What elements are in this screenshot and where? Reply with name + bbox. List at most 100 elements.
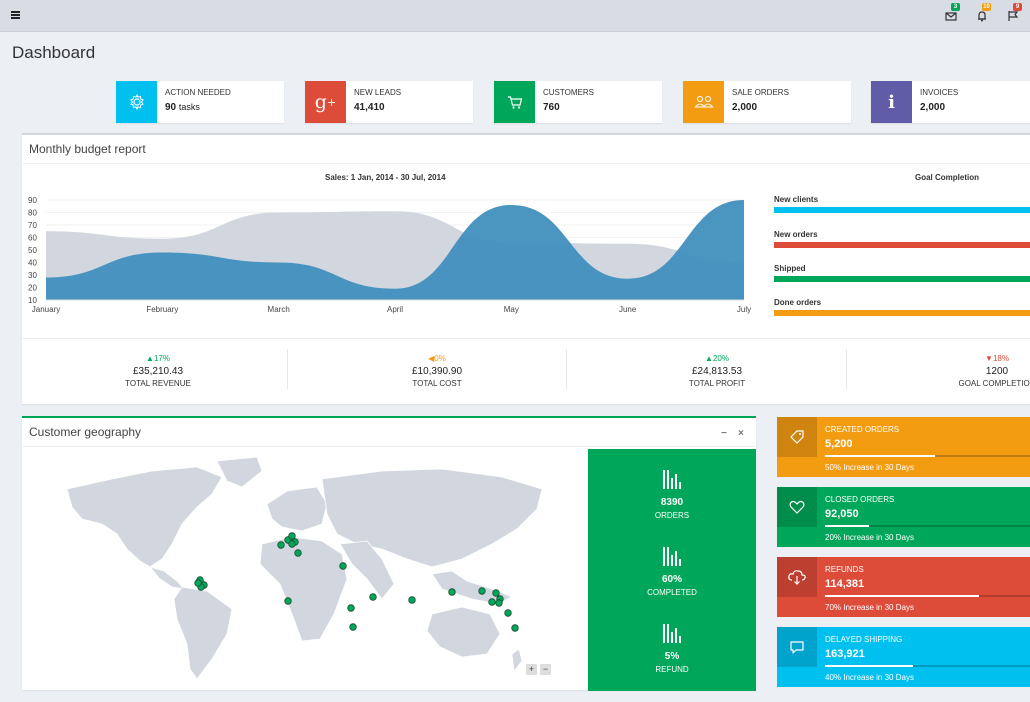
stat-value: £10,390.90 — [411, 366, 463, 377]
map-zoom-in-button[interactable]: + — [526, 664, 537, 675]
stat-box-delayed-shipping[interactable]: DELAYED SHIPPING 163,921 40% Increase in… — [777, 627, 1030, 687]
x-tick-label: March — [268, 305, 290, 314]
stat-percent: ▼18% — [985, 354, 1009, 363]
cloud-download-icon — [777, 557, 817, 597]
x-tick-label: February — [146, 305, 178, 314]
stat-label: TOTAL COST — [412, 379, 462, 388]
info-box-value: 2,000 — [920, 102, 946, 113]
bar-chart-icon — [663, 624, 681, 643]
progress-bar — [825, 665, 1030, 667]
stat-percent: ▲17% — [146, 354, 170, 363]
bell-icon — [978, 11, 986, 22]
panel-title: Monthly budget report — [29, 142, 146, 156]
y-tick-label: 50 — [28, 246, 37, 255]
tasks-badge: 9 — [1013, 3, 1022, 11]
x-tick-label: June — [619, 305, 637, 314]
info-box-label: SALE ORDERS — [732, 88, 789, 97]
info-box-action-needed[interactable]: ACTION NEEDED 90 tasks — [116, 81, 284, 123]
x-tick-label: January — [32, 305, 60, 314]
collapse-button[interactable]: − — [721, 428, 727, 439]
bar-chart-icon — [663, 547, 681, 566]
stat-percent: ◀0% — [428, 354, 446, 363]
caret-up-icon: ▲ — [146, 354, 154, 363]
goal-completion-title: Goal Completion — [915, 173, 979, 182]
info-box-value: 2,000 — [732, 102, 758, 113]
y-tick-label: 80 — [28, 209, 37, 218]
menu-toggle-icon[interactable] — [11, 11, 20, 19]
caret-up-icon: ▲ — [705, 354, 713, 363]
y-tick-label: 40 — [28, 259, 37, 268]
customer-geography-panel: Customer geography − × + − 8390 ORDERS 6… — [22, 416, 756, 691]
y-tick-label: 60 — [28, 234, 37, 243]
shopping-cart-icon — [494, 81, 535, 123]
y-tick-label: 70 — [28, 221, 37, 230]
stat-goal-completion: ▼18% 1200 GOAL COMPLETION — [897, 354, 1030, 388]
messages-badge: 3 — [951, 3, 960, 11]
page-title: Dashboard — [12, 43, 96, 62]
geography-stats: 8390 ORDERS 60% COMPLETED 5% REFUND — [588, 449, 756, 691]
stat-box-created-orders[interactable]: CREATED ORDERS 5,200 50% Increase in 30 … — [777, 417, 1030, 477]
stat-total-revenue: ▲17% £35,210.43 TOTAL REVENUE — [58, 354, 258, 388]
stat-value: £24,813.53 — [691, 366, 743, 377]
stat-label: TOTAL PROFIT — [688, 379, 746, 388]
goal-new-clients: New clients — [774, 195, 1030, 213]
info-box-value: 760 — [543, 102, 560, 113]
geo-refund: 5% REFUND — [588, 622, 756, 674]
tag-icon — [777, 417, 817, 457]
google-plus-icon: g + — [305, 81, 346, 123]
sales-area-chart: 90 80 70 60 50 40 30 20 10January February March Ap… — [28, 196, 751, 314]
tasks-button[interactable]: 9 — [1007, 3, 1022, 23]
stat-label: GOAL COMPLETION — [958, 379, 1030, 388]
info-box-label: CUSTOMERS — [543, 88, 594, 97]
y-tick-label: 30 — [28, 271, 37, 280]
info-box-new-leads[interactable]: g + NEW LEADS 41,410 — [305, 81, 473, 123]
goal-progress-bar — [774, 207, 1030, 213]
info-box-customers[interactable]: CUSTOMERS 760 — [494, 81, 662, 123]
x-tick-label: May — [504, 305, 519, 314]
info-box-value: 41,410 — [354, 102, 385, 113]
y-tick-label: 10 — [28, 296, 37, 305]
progress-bar — [825, 525, 1030, 527]
goal-progress-bar — [774, 242, 1030, 248]
world-map[interactable] — [22, 449, 588, 690]
info-box-value: 90 tasks — [165, 102, 200, 113]
stat-box-closed-orders[interactable]: CLOSED ORDERS 92,050 20% Increase in 30 … — [777, 487, 1030, 547]
goal-progress-bar — [774, 276, 1030, 282]
messages-button[interactable]: 3 — [945, 3, 960, 23]
x-tick-label: April — [387, 305, 403, 314]
info-box-sale-orders[interactable]: SALE ORDERS 2,000 — [683, 81, 851, 123]
envelope-icon — [945, 12, 957, 21]
top-navbar: 3 10 9 — [0, 0, 1030, 32]
notifications-button[interactable]: 10 — [976, 3, 991, 23]
goal-new-orders: New orders — [774, 230, 1030, 248]
y-tick-label: 20 — [28, 284, 37, 293]
goal-done-orders: Done orders — [774, 298, 1030, 316]
stat-total-profit: ▲20% £24,813.53 TOTAL PROFIT — [617, 354, 817, 388]
info-box-label: INVOICES — [920, 88, 959, 97]
goal-progress-bar — [774, 310, 1030, 316]
close-button[interactable]: × — [738, 428, 744, 439]
info-box-label: ACTION NEEDED — [165, 88, 231, 97]
map-zoom-out-button[interactable]: − — [540, 664, 551, 675]
users-icon — [683, 81, 724, 123]
stat-box-refunds[interactable]: REFUNDS 114,381 70% Increase in 30 Days — [777, 557, 1030, 617]
geo-completed: 60% COMPLETED — [588, 545, 756, 597]
progress-bar — [825, 455, 1030, 457]
stat-total-cost: ◀0% £10,390.90 TOTAL COST — [337, 354, 537, 388]
gear-icon — [116, 81, 157, 123]
chart-title: Sales: 1 Jan, 2014 - 30 Jul, 2014 — [325, 173, 446, 182]
progress-bar — [825, 595, 1030, 597]
notifications-badge: 10 — [982, 3, 991, 11]
info-box-invoices[interactable]: i INVOICES 2,000 — [871, 81, 1030, 123]
panel-title: Customer geography — [29, 425, 142, 439]
info-box-label: NEW LEADS — [354, 88, 402, 97]
caret-down-icon: ▼ — [985, 354, 993, 363]
flag-icon — [1008, 11, 1019, 21]
geo-orders: 8390 ORDERS — [588, 468, 756, 520]
stat-label: TOTAL REVENUE — [125, 379, 191, 388]
info-icon: i — [871, 81, 912, 123]
heart-icon — [777, 487, 817, 527]
monthly-budget-panel: Monthly budget report Sales: 1 Jan, 2014… — [22, 133, 1030, 404]
x-tick-label: July — [737, 305, 751, 314]
bar-chart-icon — [663, 470, 681, 489]
